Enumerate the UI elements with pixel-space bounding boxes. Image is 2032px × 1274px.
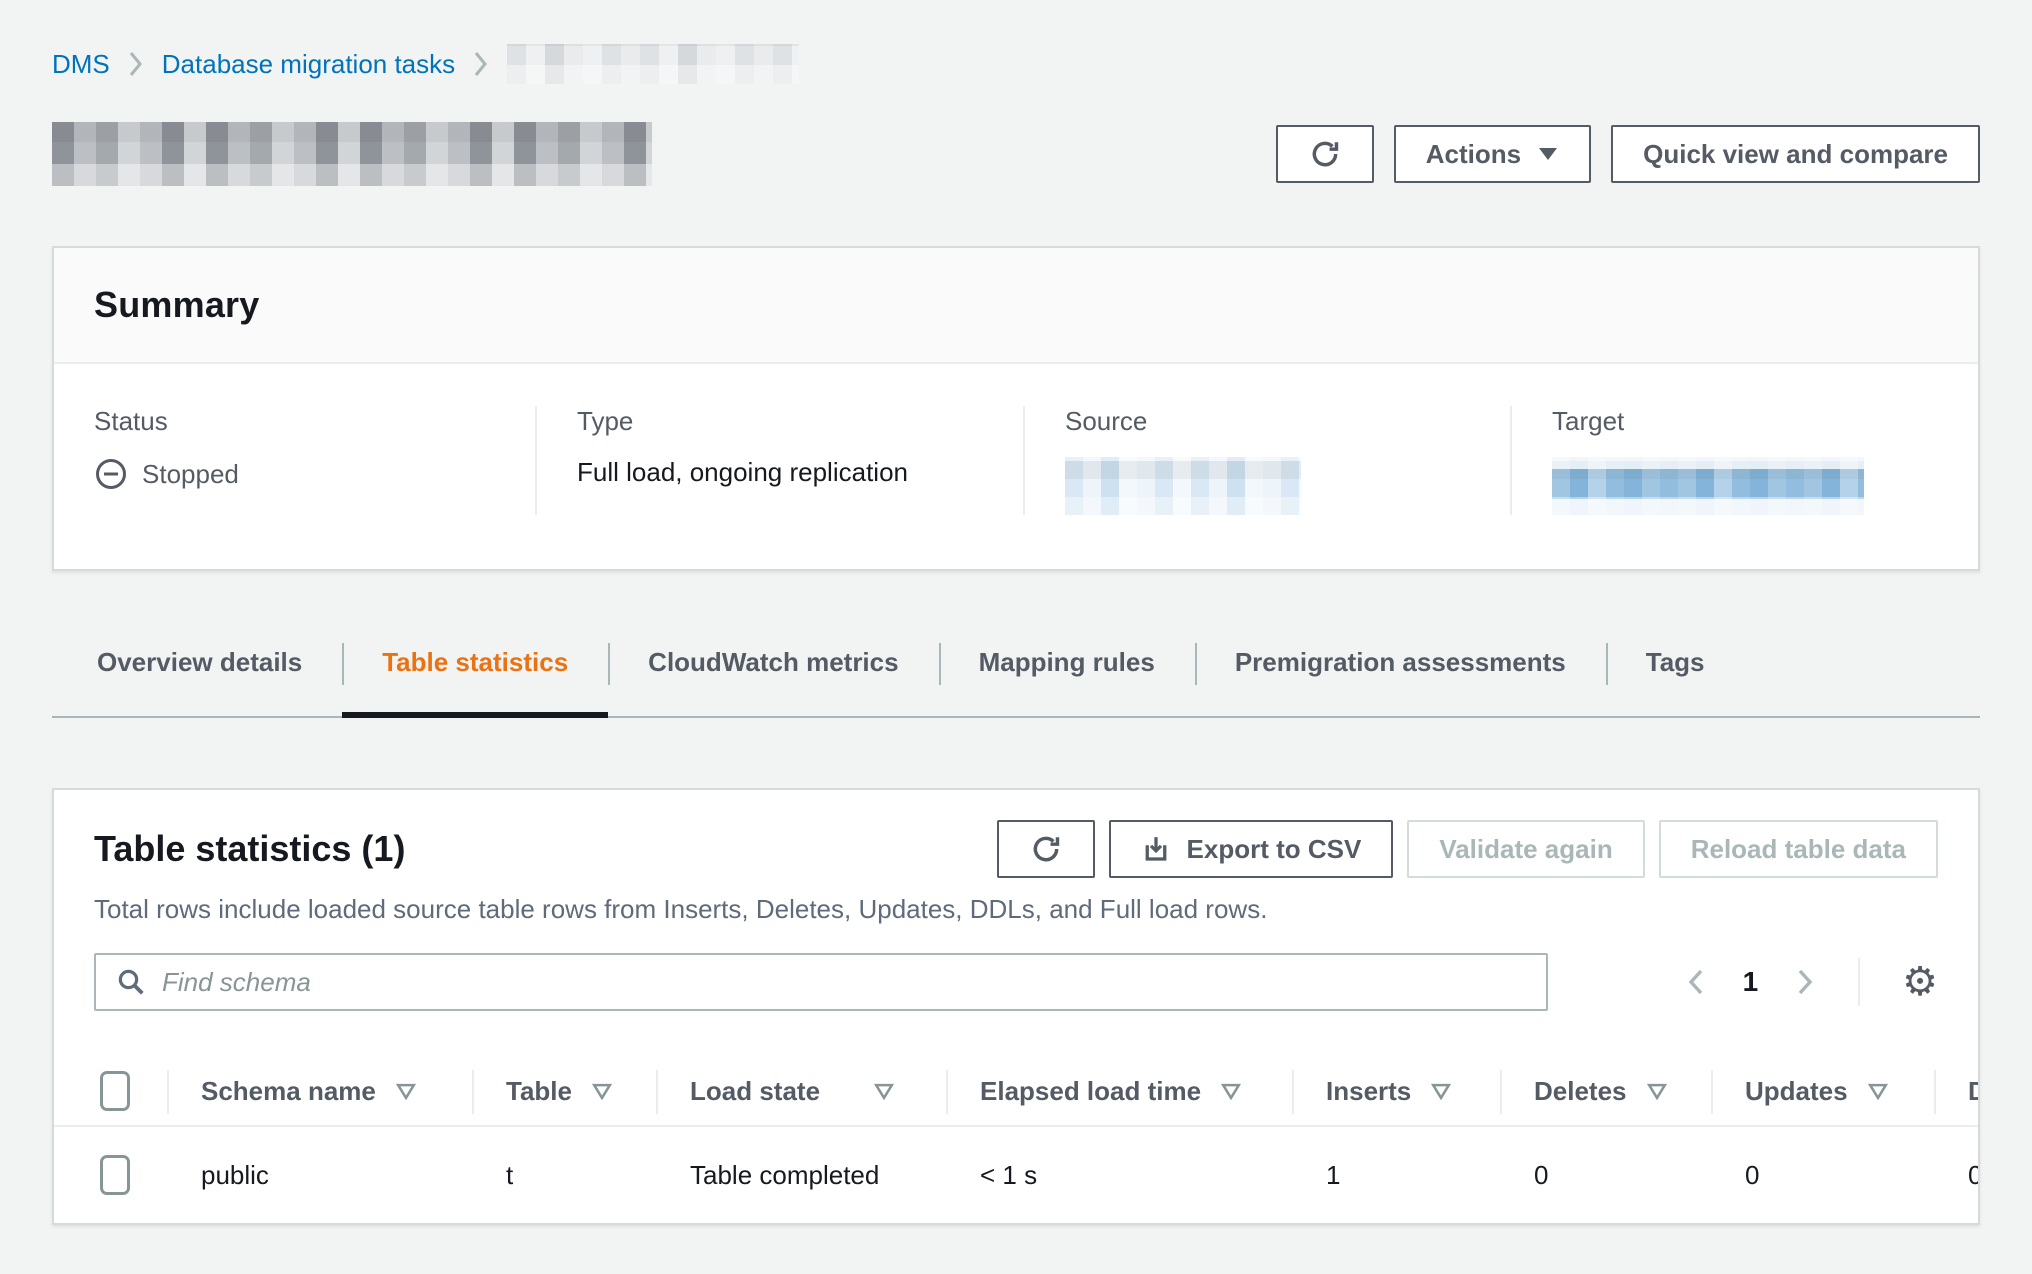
column-header-table[interactable]: Table <box>472 1057 656 1125</box>
sort-icon <box>592 1083 612 1100</box>
table-refresh-button[interactable] <box>997 820 1095 878</box>
chevron-right-icon <box>128 50 144 78</box>
cell-load-state: Table completed <box>656 1160 946 1191</box>
search-icon <box>116 967 146 997</box>
cell-elapsed-load-time: < 1 s <box>946 1160 1292 1191</box>
refresh-button[interactable] <box>1276 125 1374 183</box>
refresh-icon <box>1309 138 1341 170</box>
actions-button-label: Actions <box>1426 139 1521 170</box>
summary-type-field: Type Full load, ongoing replication <box>535 406 1023 515</box>
refresh-icon <box>1030 833 1062 865</box>
column-header-updates[interactable]: Updates <box>1711 1057 1934 1125</box>
reload-table-data-label: Reload table data <box>1691 834 1906 865</box>
sort-icon <box>1868 1083 1888 1100</box>
tab-overview-details[interactable]: Overview details <box>52 641 342 716</box>
cell-updates: 0 <box>1711 1160 1934 1191</box>
status-value: Stopped <box>94 457 505 491</box>
tab-premigration-assessments[interactable]: Premigration assessments <box>1195 641 1606 716</box>
pagination-divider <box>1858 958 1860 1006</box>
cell-table: t <box>472 1160 656 1191</box>
sort-icon <box>1647 1083 1667 1100</box>
target-label: Target <box>1552 406 1948 437</box>
row-checkbox[interactable] <box>100 1155 130 1195</box>
next-page-button[interactable] <box>1794 966 1816 998</box>
breadcrumb: DMS Database migration tasks <box>0 0 2032 84</box>
quick-view-compare-button[interactable]: Quick view and compare <box>1611 125 1980 183</box>
schema-search-box <box>94 953 1548 1011</box>
actions-button[interactable]: Actions <box>1394 125 1591 183</box>
table-statistics-table: Schema name Table Load state Elapsed loa… <box>54 1057 1978 1223</box>
summary-content: Status Stopped Type Full load, ongoing r… <box>54 364 1978 569</box>
type-label: Type <box>577 406 993 437</box>
table-statistics-description: Total rows include loaded source table r… <box>94 894 1938 925</box>
source-label: Source <box>1065 406 1480 437</box>
status-label: Status <box>94 406 505 437</box>
cell-ddls-clipped: 0 <box>1934 1160 1978 1191</box>
tab-mapping-rules[interactable]: Mapping rules <box>939 641 1195 716</box>
validate-again-label: Validate again <box>1439 834 1612 865</box>
table-statistics-panel: Table statistics (1) Export to CSV Valid… <box>52 788 1980 1225</box>
row-select-cell <box>54 1127 167 1223</box>
sort-icon <box>874 1083 894 1100</box>
table-row: public t Table completed < 1 s 1 0 0 0 <box>54 1127 1978 1223</box>
cell-inserts: 1 <box>1292 1160 1500 1191</box>
column-header-inserts[interactable]: Inserts <box>1292 1057 1500 1125</box>
column-header-load-state[interactable]: Load state <box>656 1057 946 1125</box>
table-settings-gear-icon[interactable]: ⚙ <box>1902 962 1938 1002</box>
cell-deletes: 0 <box>1500 1160 1711 1191</box>
page-header: Actions Quick view and compare <box>52 122 1980 186</box>
breadcrumb-tasks-link[interactable]: Database migration tasks <box>162 49 455 80</box>
status-text: Stopped <box>142 459 239 490</box>
summary-panel-header: Summary <box>54 248 1978 364</box>
summary-panel: Summary Status Stopped Type Full load, o… <box>52 246 1980 571</box>
select-all-cell <box>54 1057 167 1125</box>
sort-icon <box>1431 1083 1451 1100</box>
column-header-elapsed-load-time[interactable]: Elapsed load time <box>946 1057 1292 1125</box>
validate-again-button[interactable]: Validate again <box>1407 820 1644 878</box>
breadcrumb-dms-link[interactable]: DMS <box>52 49 110 80</box>
target-endpoint-link-redacted[interactable] <box>1552 457 1864 515</box>
caret-down-icon <box>1537 146 1559 162</box>
summary-title: Summary <box>94 284 1938 326</box>
export-to-csv-label: Export to CSV <box>1187 834 1362 865</box>
export-to-csv-button[interactable]: Export to CSV <box>1109 820 1394 878</box>
stopped-icon <box>94 457 128 491</box>
chevron-right-icon <box>473 50 489 78</box>
summary-source-field: Source <box>1023 406 1510 515</box>
select-all-checkbox[interactable] <box>100 1071 130 1111</box>
column-header-schema-name[interactable]: Schema name <box>167 1057 472 1125</box>
tab-cloudwatch-metrics[interactable]: CloudWatch metrics <box>608 641 938 716</box>
sort-icon <box>396 1083 416 1100</box>
task-name-redacted <box>52 122 652 186</box>
tab-bar: Overview details Table statistics CloudW… <box>52 641 1980 718</box>
sort-icon <box>1221 1083 1241 1100</box>
search-input[interactable] <box>162 967 1526 998</box>
download-icon <box>1141 834 1171 864</box>
quick-view-compare-label: Quick view and compare <box>1643 139 1948 170</box>
column-header-ddls-clipped[interactable]: D <box>1934 1057 1978 1125</box>
type-value: Full load, ongoing replication <box>577 457 993 488</box>
breadcrumb-current-redacted <box>507 44 799 84</box>
previous-page-button[interactable] <box>1685 966 1707 998</box>
reload-table-data-button[interactable]: Reload table data <box>1659 820 1938 878</box>
summary-target-field: Target <box>1510 406 1978 515</box>
current-page-number[interactable]: 1 <box>1743 966 1759 998</box>
source-endpoint-link-redacted[interactable] <box>1065 457 1301 515</box>
tab-tags[interactable]: Tags <box>1606 641 1745 716</box>
tab-table-statistics[interactable]: Table statistics <box>342 641 608 716</box>
summary-status-field: Status Stopped <box>54 406 535 515</box>
column-header-deletes[interactable]: Deletes <box>1500 1057 1711 1125</box>
cell-schema-name: public <box>167 1160 472 1191</box>
table-header-row: Schema name Table Load state Elapsed loa… <box>54 1057 1978 1127</box>
table-statistics-title: Table statistics (1) <box>94 828 405 870</box>
pagination: 1 ⚙ <box>1685 958 1938 1006</box>
